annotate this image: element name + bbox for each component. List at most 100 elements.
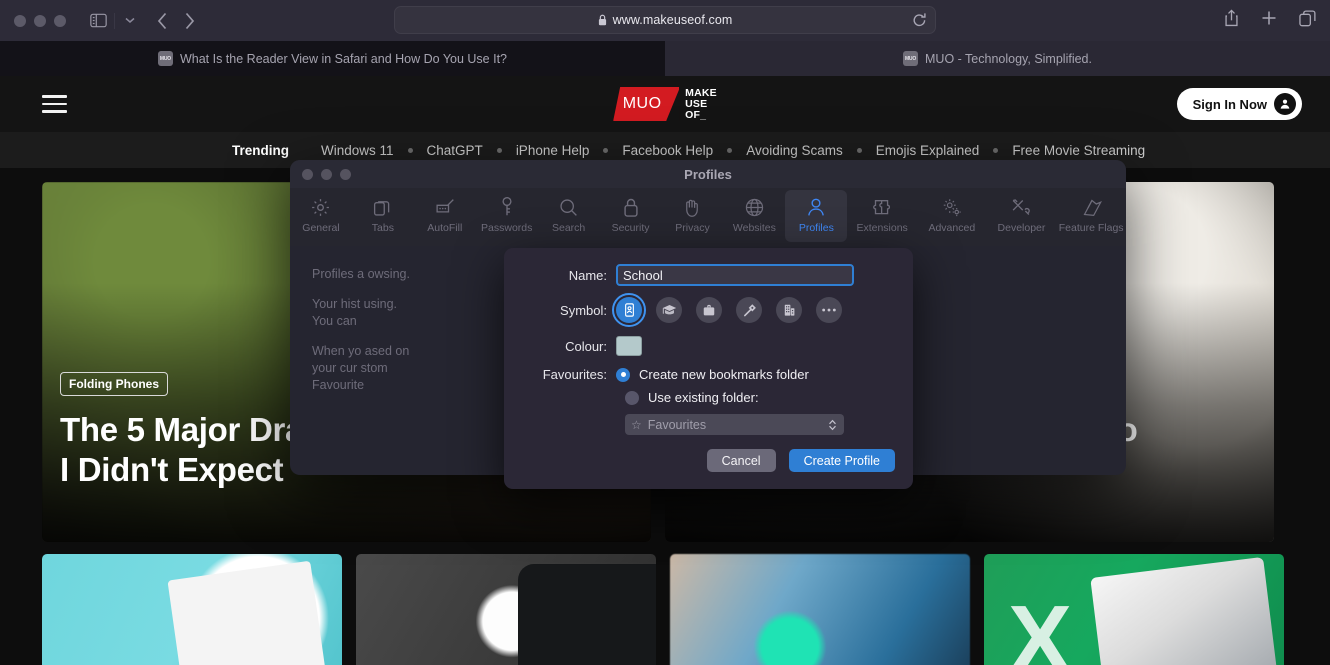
logo-line-1: MAKE — [685, 88, 717, 99]
existing-folder-select[interactable]: ☆ Favourites — [625, 414, 844, 435]
pref-tab-advanced[interactable]: Advanced — [917, 190, 987, 242]
tab-favicon: MUO — [158, 51, 173, 66]
favourites-field-row: Favourites: Create new bookmarks folder — [504, 367, 895, 382]
trending-item-6[interactable]: Free Movie Streaming — [1012, 143, 1145, 158]
key-icon — [498, 195, 516, 219]
pref-tab-passwords[interactable]: Passwords — [476, 190, 538, 242]
name-label: Name: — [504, 268, 616, 283]
logo-mark: MUO — [613, 87, 679, 121]
preferences-titlebar: Profiles — [290, 160, 1126, 188]
pref-tab-feature-flags[interactable]: Feature Flags — [1056, 190, 1126, 242]
puzzle-piece-icon — [872, 195, 893, 219]
tab-bar: MUO What Is the Reader View in Safari an… — [0, 41, 1330, 76]
thumbnail-card-2[interactable] — [670, 554, 970, 665]
symbol-option-id-card[interactable] — [616, 297, 642, 323]
symbol-option-hammer[interactable] — [736, 297, 762, 323]
forward-button[interactable] — [184, 12, 195, 30]
profile-name-input[interactable] — [616, 264, 854, 286]
pref-tab-profiles[interactable]: Profiles — [785, 190, 847, 242]
pref-tab-label: Extensions — [856, 222, 907, 234]
sheet-button-row: Cancel Create Profile — [707, 449, 895, 472]
pref-tab-general[interactable]: General — [290, 190, 352, 242]
sign-in-label: Sign In Now — [1193, 97, 1267, 112]
toolbar-divider — [114, 13, 115, 29]
gear-icon — [310, 195, 331, 219]
trending-item-5[interactable]: Emojis Explained — [876, 143, 980, 158]
symbol-field-row: Symbol: — [504, 297, 895, 323]
trending-item-1[interactable]: ChatGPT — [427, 143, 483, 158]
hero-tag-0[interactable]: Folding Phones — [60, 372, 168, 396]
minimise-window-button[interactable] — [34, 15, 46, 27]
symbol-option-building[interactable] — [776, 297, 802, 323]
thumbnail-card-0[interactable] — [42, 554, 342, 665]
tab-overview-icon[interactable] — [1299, 10, 1316, 27]
separator-dot — [857, 148, 862, 153]
pref-tab-label: Advanced — [928, 222, 975, 234]
tab-title: MUO - Technology, Simplified. — [925, 52, 1092, 66]
pref-tab-extensions[interactable]: Extensions — [847, 190, 917, 242]
pref-tab-security[interactable]: Security — [600, 190, 662, 242]
pref-tab-label: Search — [552, 222, 585, 234]
pref-tab-autofill[interactable]: AutoFill — [414, 190, 476, 242]
trending-item-3[interactable]: Facebook Help — [622, 143, 713, 158]
preferences-title: Profiles — [290, 167, 1126, 182]
close-window-button[interactable] — [14, 15, 26, 27]
star-icon: ☆ — [631, 418, 642, 432]
tab-0[interactable]: MUO What Is the Reader View in Safari an… — [0, 41, 665, 76]
tab-1[interactable]: MUO MUO - Technology, Simplified. — [665, 41, 1330, 76]
favourites-label: Favourites: — [504, 367, 616, 382]
pref-tab-search[interactable]: Search — [538, 190, 600, 242]
thumbnail-card-1[interactable] — [356, 554, 656, 665]
trending-item-2[interactable]: iPhone Help — [516, 143, 590, 158]
window-traffic-lights — [14, 15, 66, 27]
pref-tab-websites[interactable]: Websites — [723, 190, 785, 242]
site-logo[interactable]: MUO MAKE USE OF_ — [613, 87, 717, 121]
radio-use-existing-folder[interactable] — [625, 391, 639, 405]
pref-tab-label: Security — [612, 222, 650, 234]
share-icon[interactable] — [1224, 9, 1239, 27]
sidebar-icon[interactable] — [90, 13, 107, 28]
sign-in-button[interactable]: Sign In Now — [1177, 88, 1302, 120]
preferences-toolbar: General Tabs AutoFill Passwords — [290, 188, 1126, 246]
create-profile-button[interactable]: Create Profile — [789, 449, 895, 472]
tab-favicon: MUO — [903, 51, 918, 66]
symbol-option-briefcase[interactable] — [696, 297, 722, 323]
pref-tab-tabs[interactable]: Tabs — [352, 190, 414, 242]
new-profile-sheet: Name: Symbol: — [504, 248, 913, 489]
hamburger-menu-icon[interactable] — [42, 95, 67, 113]
toolbar-right-actions — [1224, 9, 1316, 27]
address-bar-content: www.makeuseof.com — [598, 13, 733, 27]
pref-tab-label: Passwords — [481, 222, 532, 234]
logo-mark-text: MUO — [623, 95, 662, 113]
screen: MUO MAKE USE OF_ Sign In Now Trending Wi… — [0, 0, 1330, 665]
trending-item-4[interactable]: Avoiding Scams — [746, 143, 843, 158]
browser-toolbar: www.makeuseof.com — [0, 0, 1330, 41]
symbol-option-more[interactable] — [816, 297, 842, 323]
trending-item-0[interactable]: Windows 11 — [321, 143, 394, 158]
colour-swatch[interactable] — [616, 336, 642, 356]
maximise-window-button[interactable] — [54, 15, 66, 27]
stepper-chevrons-icon — [828, 418, 837, 432]
cancel-button[interactable]: Cancel — [707, 449, 776, 472]
lock-icon — [622, 195, 640, 219]
reload-icon[interactable] — [912, 12, 927, 34]
chevron-down-icon[interactable] — [125, 17, 135, 24]
symbol-option-graduation-cap[interactable] — [656, 297, 682, 323]
colour-label: Colour: — [504, 339, 616, 354]
logo-wordmark: MAKE USE OF_ — [679, 87, 717, 121]
address-bar[interactable]: www.makeuseof.com — [394, 6, 936, 34]
pref-tab-developer[interactable]: Developer — [987, 190, 1057, 242]
back-button[interactable] — [157, 12, 168, 30]
thumbnail-card-3[interactable] — [984, 554, 1284, 665]
radio-create-new-folder[interactable] — [616, 368, 630, 382]
hammer-wrench-icon — [1010, 195, 1032, 219]
pref-tab-label: AutoFill — [427, 222, 462, 234]
separator-dot — [497, 148, 502, 153]
person-icon — [806, 195, 826, 219]
new-tab-icon[interactable] — [1261, 10, 1277, 26]
site-header: MUO MAKE USE OF_ Sign In Now — [0, 76, 1330, 132]
logo-line-3: OF_ — [685, 110, 717, 121]
pref-tab-privacy[interactable]: Privacy — [662, 190, 724, 242]
radio-use-existing-folder-label: Use existing folder: — [648, 390, 759, 405]
name-field-row: Name: — [504, 264, 895, 286]
